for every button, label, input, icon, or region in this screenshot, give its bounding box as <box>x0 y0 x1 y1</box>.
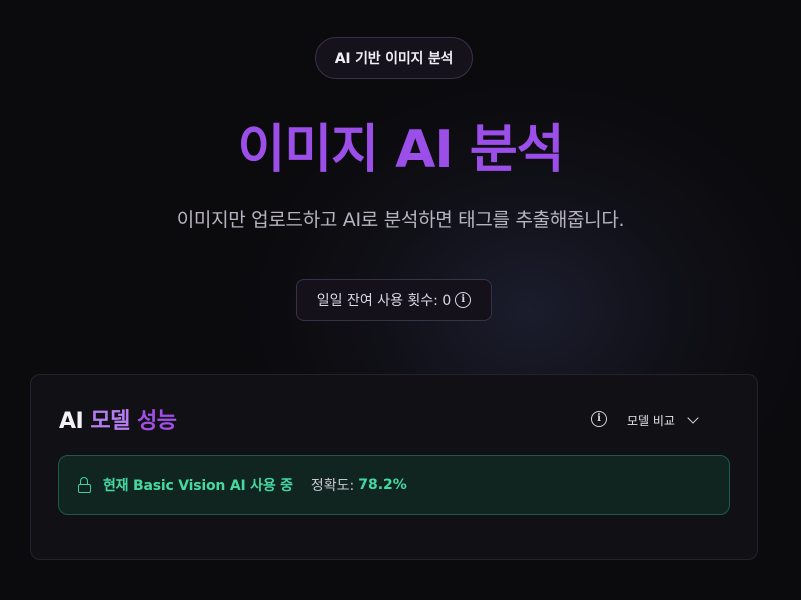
daily-usage-indicator: 일일 잔여 사용 횟수: 0 i <box>296 279 492 321</box>
current-model-label: 현재 Basic Vision AI 사용 중 <box>103 478 293 494</box>
model-compare-dropdown[interactable]: 모델 비교 <box>627 407 699 433</box>
card-title: AI 모델 성능 <box>59 403 177 435</box>
daily-usage-label: 일일 잔여 사용 횟수: 0 <box>316 293 452 309</box>
page-subtitle: 이미지만 업로드하고 AI로 분석하면 태그를 추출해줍니다. <box>176 209 625 231</box>
card-title-model: 모델 <box>90 409 138 434</box>
ai-model-performance-card: AI 모델 성능 i 모델 비교 현재 Basic Vision AI 사용 중… <box>30 374 758 560</box>
accuracy-label: 정확도: <box>310 478 355 494</box>
current-model-status: 현재 Basic Vision AI 사용 중 정확도: 78.2% <box>58 455 730 515</box>
info-icon[interactable]: i <box>591 411 607 427</box>
card-title-performance: 성능 <box>137 409 177 434</box>
card-title-ai: AI <box>59 409 91 434</box>
hero-badge: AI 기반 이미지 분석 <box>315 37 473 79</box>
info-icon[interactable]: i <box>455 292 472 308</box>
accuracy-value: 78.2% <box>358 477 407 493</box>
lock-icon <box>77 477 93 493</box>
model-compare-label: 모델 비교 <box>627 413 675 428</box>
page-title: 이미지 AI 분석 <box>237 120 565 180</box>
chevron-down-icon <box>687 412 699 424</box>
hero-badge-label: AI 기반 이미지 분석 <box>334 51 454 67</box>
